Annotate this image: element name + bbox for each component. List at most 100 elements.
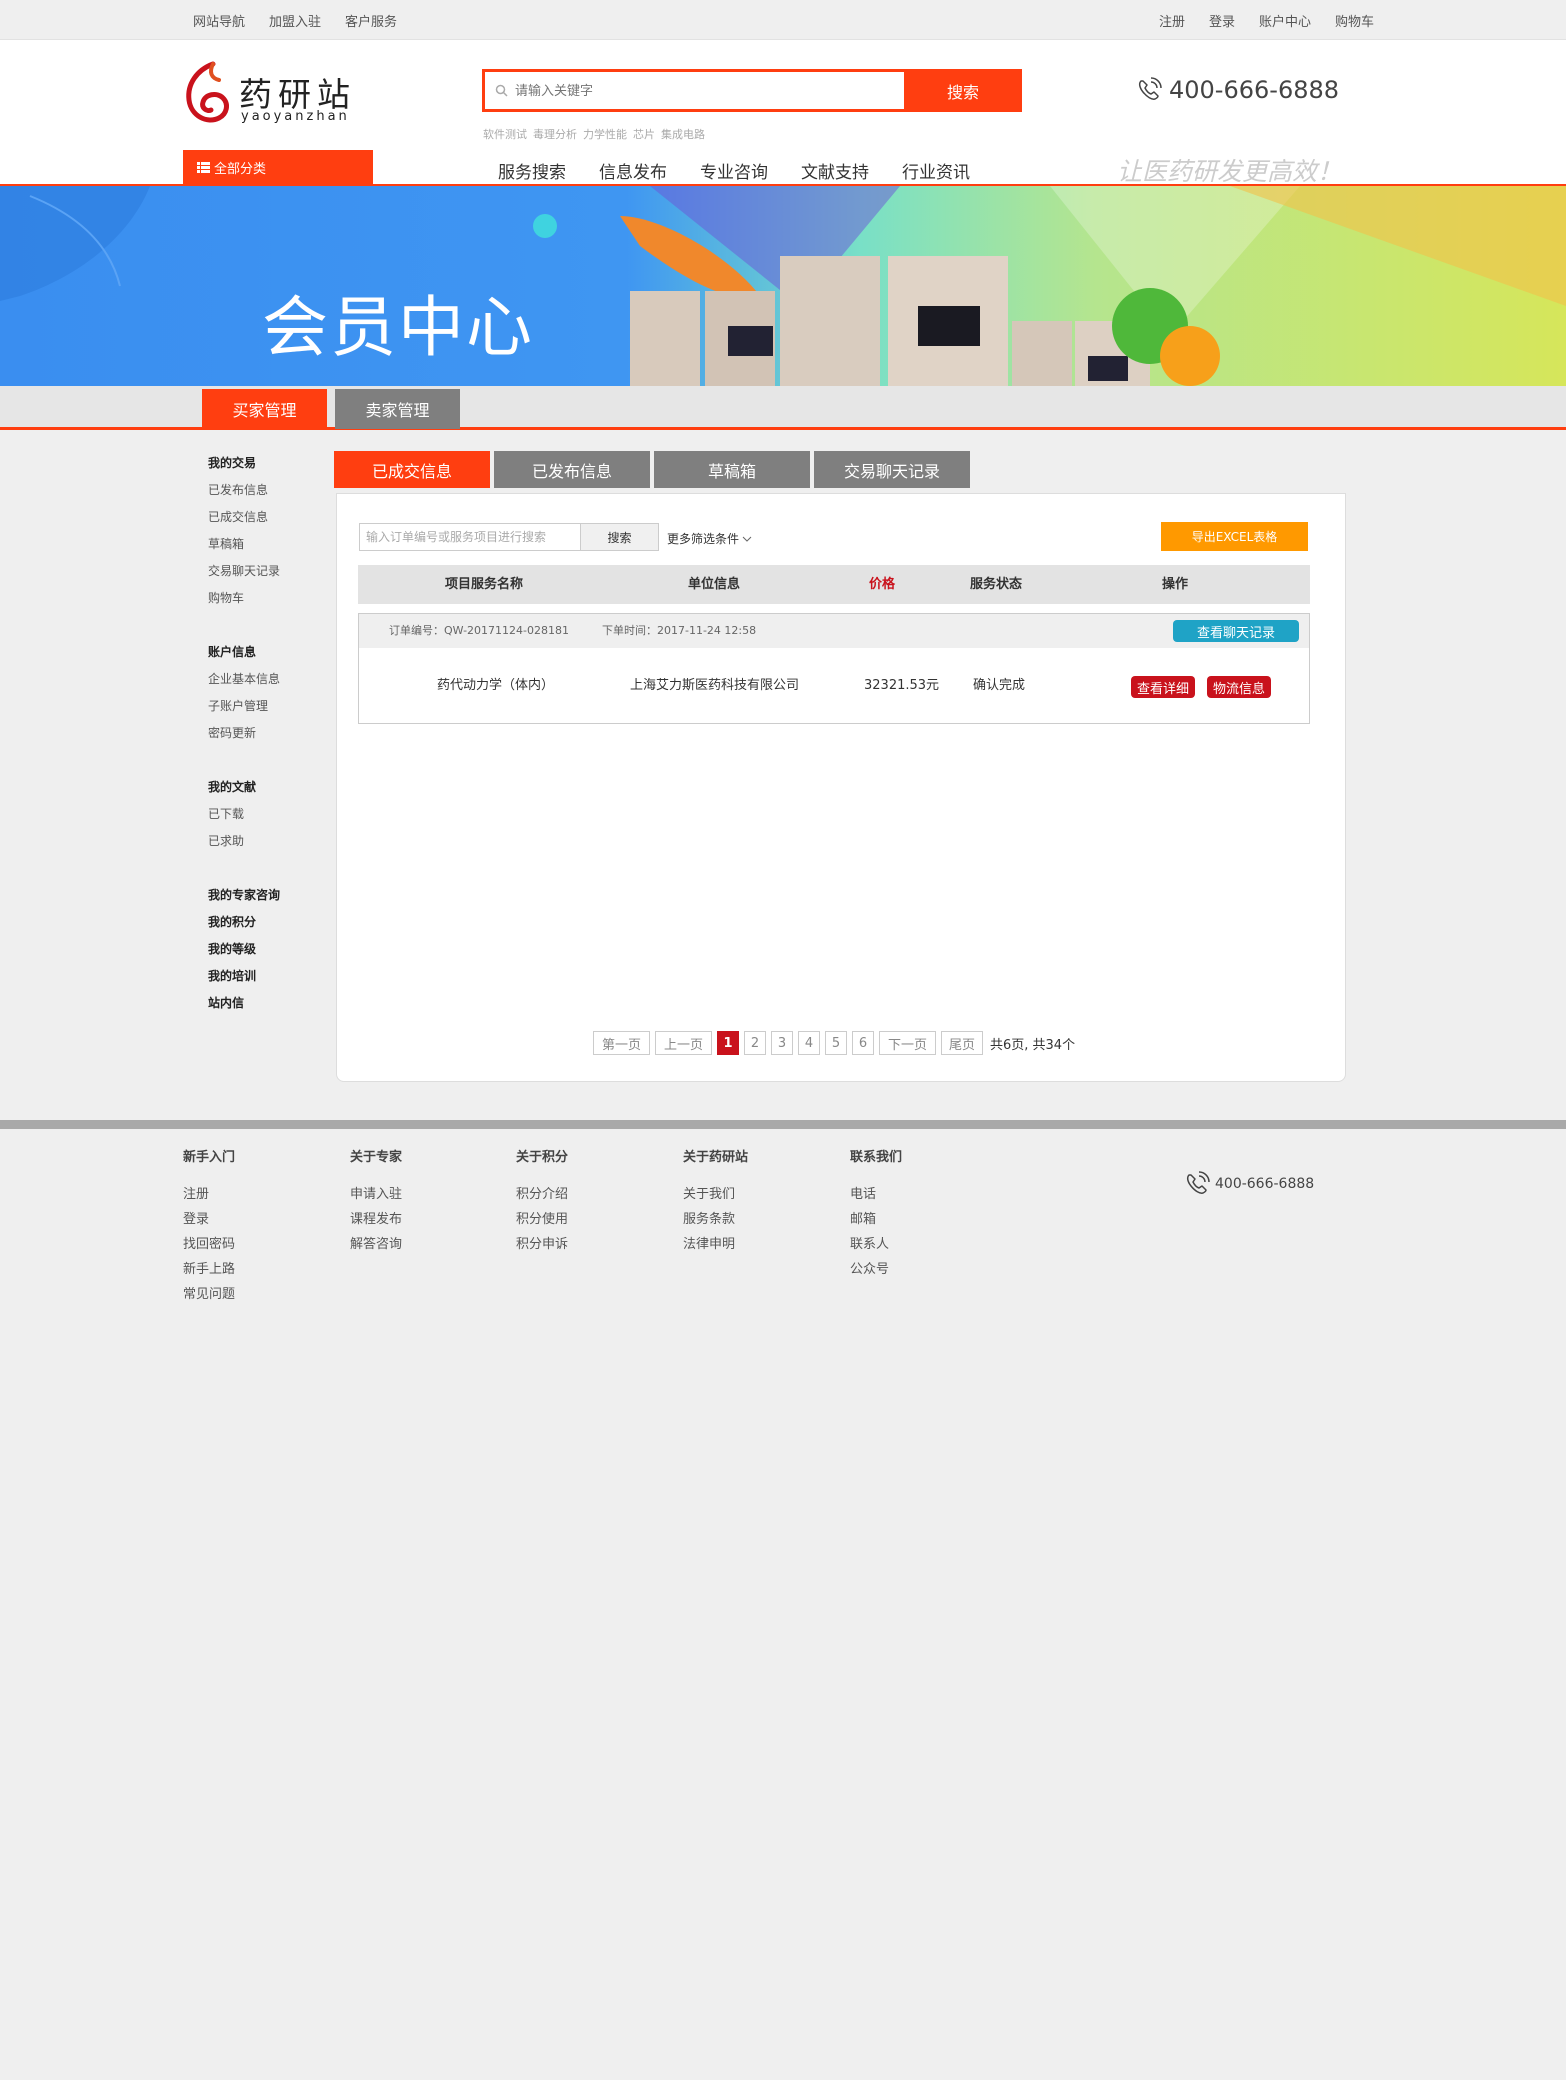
footer-link[interactable]: 积分申诉 bbox=[516, 1232, 568, 1257]
chevron-down-icon bbox=[742, 536, 752, 542]
sidebar-link[interactable]: 我的积分 bbox=[208, 909, 338, 936]
page-number[interactable]: 6 bbox=[852, 1031, 874, 1055]
page-first[interactable]: 第一页 bbox=[593, 1031, 650, 1055]
tab-drafts[interactable]: 草稿箱 bbox=[654, 451, 810, 488]
search-input[interactable] bbox=[515, 78, 935, 104]
sidebar-item[interactable]: 企业基本信息 bbox=[208, 666, 338, 693]
logo[interactable]: 药研站 yaoyanzhan bbox=[183, 56, 383, 136]
sidebar-item[interactable]: 购物车 bbox=[208, 585, 338, 612]
page-last[interactable]: 尾页 bbox=[941, 1031, 983, 1055]
footer-link[interactable]: 联系人 bbox=[850, 1232, 902, 1257]
sidebar-item[interactable]: 已求助 bbox=[208, 828, 338, 855]
footer-heading: 新手入门 bbox=[183, 1150, 236, 1165]
all-categories-button[interactable]: 全部分类 bbox=[183, 150, 373, 185]
export-excel-button[interactable]: 导出EXCEL表格 bbox=[1161, 522, 1308, 551]
search-button[interactable]: 搜索 bbox=[904, 69, 1022, 112]
footer-link[interactable]: 积分介绍 bbox=[516, 1182, 568, 1207]
footer-phone: 400-666-6888 bbox=[1183, 1170, 1314, 1198]
nav-consulting[interactable]: 专业咨询 bbox=[700, 158, 768, 183]
top-link-account[interactable]: 账户中心 bbox=[1259, 11, 1311, 30]
nav-info-publish[interactable]: 信息发布 bbox=[599, 158, 667, 183]
col-status: 服务状态 bbox=[970, 577, 1023, 592]
top-link-join[interactable]: 加盟入驻 bbox=[269, 11, 321, 30]
nav-literature[interactable]: 文献支持 bbox=[801, 158, 869, 183]
sidebar-item[interactable]: 密码更新 bbox=[208, 720, 338, 747]
sidebar-item[interactable]: 已成交信息 bbox=[208, 504, 338, 531]
all-categories-label: 全部分类 bbox=[214, 162, 267, 177]
top-link-register[interactable]: 注册 bbox=[1159, 11, 1185, 30]
page-number[interactable]: 2 bbox=[744, 1031, 766, 1055]
footer-link[interactable]: 注册 bbox=[183, 1182, 235, 1207]
tab-published[interactable]: 已发布信息 bbox=[494, 451, 650, 488]
logistics-button[interactable]: 物流信息 bbox=[1207, 676, 1271, 698]
hot-word[interactable]: 软件测试 bbox=[483, 126, 527, 142]
content-panel: 输入订单编号或服务项目进行搜索 搜索 更多筛选条件 导出EXCEL表格 项目服务… bbox=[336, 493, 1346, 1082]
sidebar-item[interactable]: 草稿箱 bbox=[208, 531, 338, 558]
sidebar-heading[interactable]: 账户信息 bbox=[208, 639, 338, 666]
order-search-button[interactable]: 搜索 bbox=[580, 523, 659, 551]
page-prev[interactable]: 上一页 bbox=[655, 1031, 712, 1055]
hot-word[interactable]: 芯片 bbox=[633, 126, 655, 142]
footer-link[interactable]: 服务条款 bbox=[683, 1207, 748, 1232]
footer-link[interactable]: 关于我们 bbox=[683, 1182, 748, 1207]
sidebar-link[interactable]: 我的培训 bbox=[208, 963, 338, 990]
footer-link[interactable]: 找回密码 bbox=[183, 1232, 235, 1257]
footer-link[interactable]: 课程发布 bbox=[350, 1207, 402, 1232]
sidebar-link[interactable]: 我的专家咨询 bbox=[208, 882, 338, 909]
top-link-service[interactable]: 客户服务 bbox=[345, 11, 397, 30]
order-card-header: 订单编号：QW-20171124-028181 下单时间：2017-11-24 … bbox=[359, 614, 1309, 648]
role-tabs: 买家管理 卖家管理 bbox=[0, 386, 1566, 430]
sidebar-item[interactable]: 交易聊天记录 bbox=[208, 558, 338, 585]
search-box: 搜索 bbox=[482, 69, 1022, 112]
footer-link[interactable]: 常见问题 bbox=[183, 1282, 235, 1307]
page-number[interactable]: 1 bbox=[717, 1031, 739, 1055]
top-link-login[interactable]: 登录 bbox=[1209, 11, 1235, 30]
logo-icon bbox=[186, 61, 229, 123]
view-chat-button[interactable]: 查看聊天记录 bbox=[1173, 620, 1299, 642]
tab-buyer[interactable]: 买家管理 bbox=[202, 389, 327, 429]
sidebar-item[interactable]: 已下载 bbox=[208, 801, 338, 828]
footer-link[interactable]: 电话 bbox=[850, 1182, 902, 1207]
page-number[interactable]: 4 bbox=[798, 1031, 820, 1055]
hot-word[interactable]: 毒理分析 bbox=[533, 126, 577, 142]
hot-word[interactable]: 集成电路 bbox=[661, 126, 705, 142]
sidebar-item[interactable]: 子账户管理 bbox=[208, 693, 338, 720]
top-link-cart[interactable]: 购物车 bbox=[1335, 11, 1374, 30]
order-search-input[interactable]: 输入订单编号或服务项目进行搜索 bbox=[359, 523, 581, 551]
list-icon bbox=[197, 162, 210, 173]
phone-icon bbox=[1138, 77, 1162, 100]
tab-completed[interactable]: 已成交信息 bbox=[334, 451, 490, 488]
hot-word[interactable]: 力学性能 bbox=[583, 126, 627, 142]
order-number-label: 订单编号： bbox=[389, 624, 444, 637]
top-link-site-nav[interactable]: 网站导航 bbox=[193, 11, 245, 30]
footer-link[interactable]: 积分使用 bbox=[516, 1207, 568, 1232]
page-number[interactable]: 5 bbox=[825, 1031, 847, 1055]
top-bar: 网站导航 加盟入驻 客户服务 注册 登录 账户中心 购物车 bbox=[0, 0, 1566, 40]
tab-seller[interactable]: 卖家管理 bbox=[335, 389, 460, 429]
footer-link[interactable]: 登录 bbox=[183, 1207, 235, 1232]
page-summary: 共6页, 共34个 bbox=[990, 1037, 1076, 1053]
footer-link[interactable]: 邮箱 bbox=[850, 1207, 902, 1232]
sidebar-heading[interactable]: 我的交易 bbox=[208, 450, 338, 477]
sidebar-heading[interactable]: 我的文献 bbox=[208, 774, 338, 801]
footer-link[interactable]: 解答咨询 bbox=[350, 1232, 402, 1257]
page-next[interactable]: 下一页 bbox=[879, 1031, 936, 1055]
view-detail-button[interactable]: 查看详细 bbox=[1131, 676, 1195, 698]
phone-icon bbox=[1186, 1171, 1210, 1194]
sidebar-link[interactable]: 站内信 bbox=[208, 990, 338, 1017]
nav-service-search[interactable]: 服务搜索 bbox=[498, 158, 566, 183]
more-filters[interactable]: 更多筛选条件 bbox=[667, 530, 752, 547]
sidebar-group-literature: 我的文献 已下载 已求助 bbox=[208, 774, 338, 855]
col-price[interactable]: 价格 bbox=[869, 565, 895, 604]
nav-industry-news[interactable]: 行业资讯 bbox=[902, 158, 970, 183]
footer-link[interactable]: 申请入驻 bbox=[350, 1182, 402, 1207]
phone-number: 400-666-6888 bbox=[1169, 76, 1340, 104]
page-number[interactable]: 3 bbox=[771, 1031, 793, 1055]
tab-chat-history[interactable]: 交易聊天记录 bbox=[814, 451, 970, 488]
footer-link[interactable]: 法律申明 bbox=[683, 1232, 748, 1257]
sidebar-item[interactable]: 已发布信息 bbox=[208, 477, 338, 504]
footer-link[interactable]: 新手上路 bbox=[183, 1257, 235, 1282]
sidebar-group-misc: 我的专家咨询 我的积分 我的等级 我的培训 站内信 bbox=[208, 882, 338, 1017]
sidebar-link[interactable]: 我的等级 bbox=[208, 936, 338, 963]
footer-link[interactable]: 公众号 bbox=[850, 1257, 902, 1282]
